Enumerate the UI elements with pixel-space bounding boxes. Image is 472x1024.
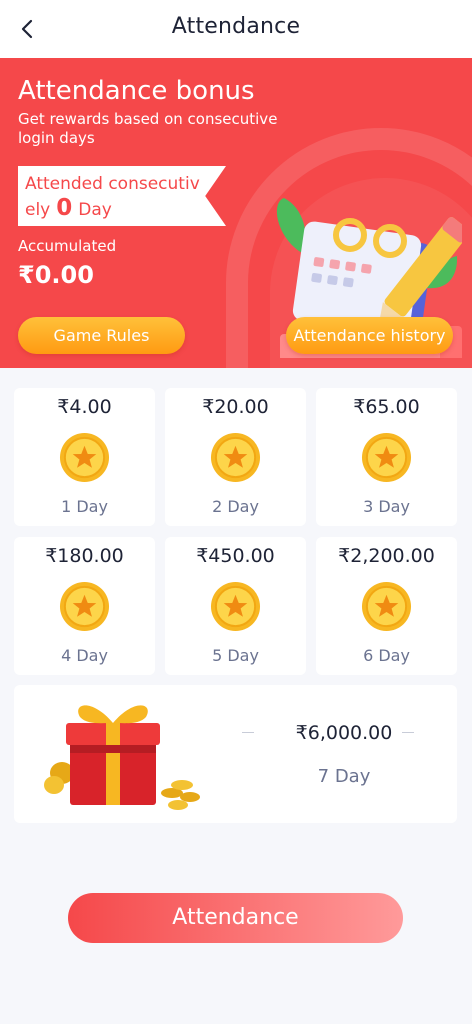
reward-card-day1[interactable]: ₹4.00 1 Day [14, 388, 155, 526]
divider-left [242, 732, 254, 733]
banner-subtitle: Get rewards based on consecutive login d… [18, 110, 278, 147]
coin-star-icon [59, 581, 110, 632]
streak-text: Attended consecutively 0 Day [25, 172, 210, 222]
header-bar: Attendance [0, 0, 472, 58]
accumulated-label: Accumulated [18, 237, 117, 255]
coin-star-icon [210, 432, 261, 483]
reward-day: 6 Day [363, 646, 410, 665]
reward-day: 2 Day [212, 497, 259, 516]
gift-box-icon [44, 705, 200, 810]
accumulated-value: ₹0.00 [18, 261, 94, 289]
reward-amount: ₹450.00 [196, 545, 275, 567]
reward-card-day5[interactable]: ₹450.00 5 Day [165, 537, 306, 675]
reward-amount: ₹180.00 [45, 545, 124, 567]
divider-right [402, 732, 414, 733]
game-rules-button[interactable]: Game Rules [18, 317, 185, 354]
reward-card-day2[interactable]: ₹20.00 2 Day [165, 388, 306, 526]
reward-day: 5 Day [212, 646, 259, 665]
final-reward-amount: ₹6,000.00 [295, 722, 393, 744]
page-title: Attendance [171, 14, 301, 39]
reward-card-day7[interactable]: ₹6,000.00 7 Day [14, 685, 457, 823]
coin-star-icon [210, 581, 261, 632]
reward-day: 1 Day [61, 497, 108, 516]
reward-day: 4 Day [61, 646, 108, 665]
attendance-history-button[interactable]: Attendance history [286, 317, 453, 354]
reward-amount: ₹65.00 [353, 396, 420, 418]
reward-card-day3[interactable]: ₹65.00 3 Day [316, 388, 457, 526]
final-reward-day: 7 Day [317, 766, 371, 787]
reward-card-day4[interactable]: ₹180.00 4 Day [14, 537, 155, 675]
coin-star-icon [59, 432, 110, 483]
reward-card-day6[interactable]: ₹2,200.00 6 Day [316, 537, 457, 675]
reward-amount: ₹20.00 [202, 396, 269, 418]
coin-star-icon [361, 581, 412, 632]
streak-badge: Attended consecutively 0 Day [18, 166, 226, 226]
banner-title: Attendance bonus [18, 76, 255, 106]
reward-day: 3 Day [363, 497, 410, 516]
reward-amount: ₹2,200.00 [338, 545, 435, 567]
reward-amount: ₹4.00 [57, 396, 112, 418]
coin-star-icon [361, 432, 412, 483]
streak-prefix: Attended consecutively [25, 174, 200, 220]
attendance-banner: Attendance bonus Get rewards based on co… [0, 58, 472, 368]
streak-days: 0 [56, 195, 73, 221]
streak-suffix: Day [78, 200, 112, 220]
attendance-button[interactable]: Attendance [68, 893, 403, 943]
